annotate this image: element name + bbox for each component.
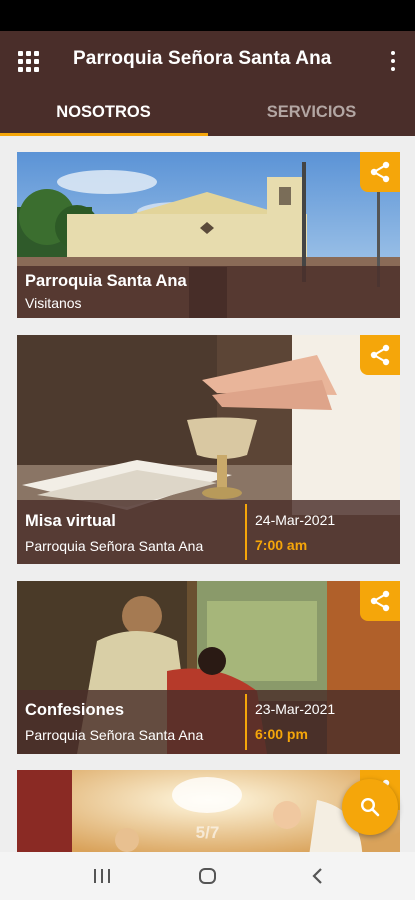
search-button[interactable]: [342, 779, 398, 835]
card-date: 23-Mar-2021: [255, 701, 336, 717]
caption-divider: [245, 694, 247, 750]
back-icon: [312, 868, 322, 884]
status-bar: [0, 0, 415, 31]
card-subtitle: Parroquia Señora Santa Ana: [25, 727, 204, 743]
card-date: 24-Mar-2021: [255, 512, 336, 528]
card-time: 6:00 pm: [255, 726, 308, 742]
card-confesiones[interactable]: Confesiones Parroquia Señora Santa Ana 2…: [17, 581, 400, 754]
tab-bar: NOSOTROS SERVICIOS: [0, 93, 415, 136]
system-nav-bar: [0, 852, 415, 900]
tab-nosotros[interactable]: NOSOTROS: [0, 93, 207, 136]
card-title: Confesiones: [25, 701, 125, 719]
share-icon: [370, 590, 390, 612]
share-icon: [370, 161, 390, 183]
caption-divider: [245, 504, 247, 560]
share-button[interactable]: [360, 152, 400, 192]
card-title: Parroquia Santa Ana: [25, 272, 187, 290]
card-time: 7:00 am: [255, 537, 308, 553]
card-caption: Parroquia Santa Ana Visitanos: [17, 266, 400, 318]
tab-servicios[interactable]: SERVICIOS: [208, 93, 415, 136]
share-icon: [370, 344, 390, 366]
more-vert-icon[interactable]: [385, 49, 401, 73]
share-button[interactable]: [360, 581, 400, 621]
content-list[interactable]: Parroquia Santa Ana Visitanos Misa virtu…: [0, 136, 415, 852]
home-button[interactable]: [178, 852, 238, 900]
card-caption: Confesiones Parroquia Señora Santa Ana 2…: [17, 690, 400, 754]
card-subtitle: Visitanos: [25, 295, 82, 311]
app-bar: Parroquia Señora Santa Ana NOSOTROS SERV…: [0, 31, 415, 136]
card-misa-virtual[interactable]: Misa virtual Parroquia Señora Santa Ana …: [17, 335, 400, 564]
card-parroquia[interactable]: Parroquia Santa Ana Visitanos: [17, 152, 400, 318]
recents-icon: [94, 869, 110, 883]
card-title: Misa virtual: [25, 512, 116, 530]
home-icon: [199, 868, 216, 884]
search-icon: [360, 797, 380, 817]
card-caption: Misa virtual Parroquia Señora Santa Ana …: [17, 500, 400, 564]
back-button[interactable]: [287, 852, 347, 900]
card-subtitle: Parroquia Señora Santa Ana: [25, 538, 204, 554]
share-button[interactable]: [360, 335, 400, 375]
recents-button[interactable]: [72, 852, 132, 900]
apps-grid-icon[interactable]: [18, 51, 40, 73]
app-title: Parroquia Señora Santa Ana: [73, 48, 332, 69]
